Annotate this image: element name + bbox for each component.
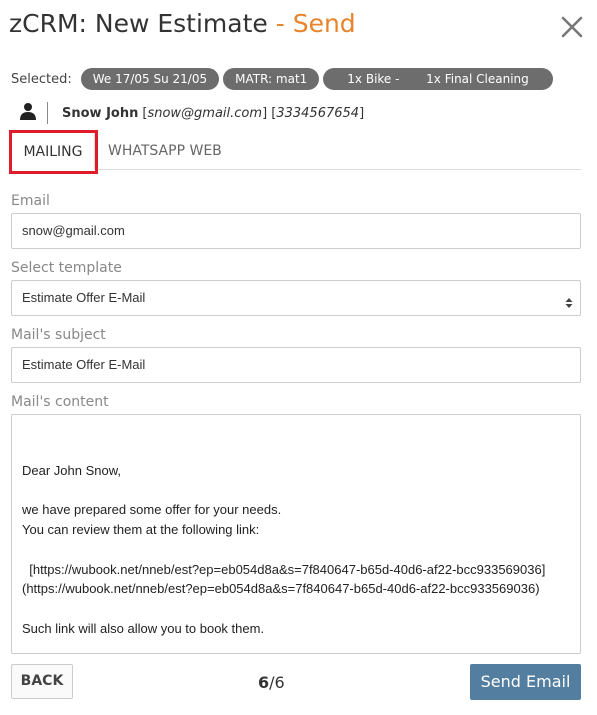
step-current: 6: [258, 673, 270, 692]
content-label: Mail's content: [11, 394, 109, 410]
customer-email-wrap: [snow@gmail.com] [3334567654]: [142, 105, 365, 121]
selected-dates-pill[interactable]: We 17/05 Su 21/05: [80, 68, 220, 90]
select-arrows-icon: [564, 290, 574, 308]
title-main: zCRM: New Estimate: [9, 9, 268, 38]
template-label: Select template: [11, 260, 122, 276]
user-icon: [19, 102, 37, 124]
tab-mailing[interactable]: MAILING: [11, 132, 95, 170]
step-total: /6: [269, 673, 285, 692]
modal-title: zCRM: New Estimate - Send: [9, 9, 356, 38]
tab-bar: MAILING WHATSAPP WEB: [11, 132, 581, 170]
customer-name: Snow John: [62, 105, 139, 121]
customer-row: Snow John [snow@gmail.com] [3334567654]: [19, 101, 364, 125]
email-label: Email: [11, 193, 50, 209]
content-textarea[interactable]: Dear John Snow, we have prepared some of…: [11, 414, 581, 654]
resize-handle-icon[interactable]: [568, 641, 578, 651]
subject-field[interactable]: Estimate Offer E-Mail: [11, 347, 581, 383]
selected-services-pill[interactable]: 1x Bike - 1x Final Cleaning: [323, 68, 553, 90]
title-accent: - Send: [267, 9, 356, 38]
customer-phone: 3334567654: [276, 105, 360, 121]
email-field[interactable]: snow@gmail.com: [11, 213, 581, 249]
close-icon[interactable]: [561, 16, 583, 38]
step-indicator: 6/6: [258, 673, 285, 692]
back-button[interactable]: BACK: [11, 664, 73, 699]
customer-email: snow@gmail.com: [147, 105, 263, 121]
content-text: Dear John Snow, we have prepared some of…: [22, 462, 546, 636]
template-select-value: Estimate Offer E-Mail: [22, 290, 146, 305]
tab-whatsapp-web[interactable]: WHATSAPP WEB: [108, 132, 222, 170]
send-email-button[interactable]: Send Email: [470, 664, 581, 700]
selected-row: Selected: We 17/05 Su 21/05 MATR: mat1 1…: [11, 68, 557, 90]
customer-separator: [47, 102, 48, 124]
subject-label: Mail's subject: [11, 327, 106, 343]
template-select[interactable]: Estimate Offer E-Mail: [11, 280, 581, 316]
selected-label: Selected:: [11, 71, 72, 87]
selected-matr-pill[interactable]: MATR: mat1: [223, 68, 320, 90]
